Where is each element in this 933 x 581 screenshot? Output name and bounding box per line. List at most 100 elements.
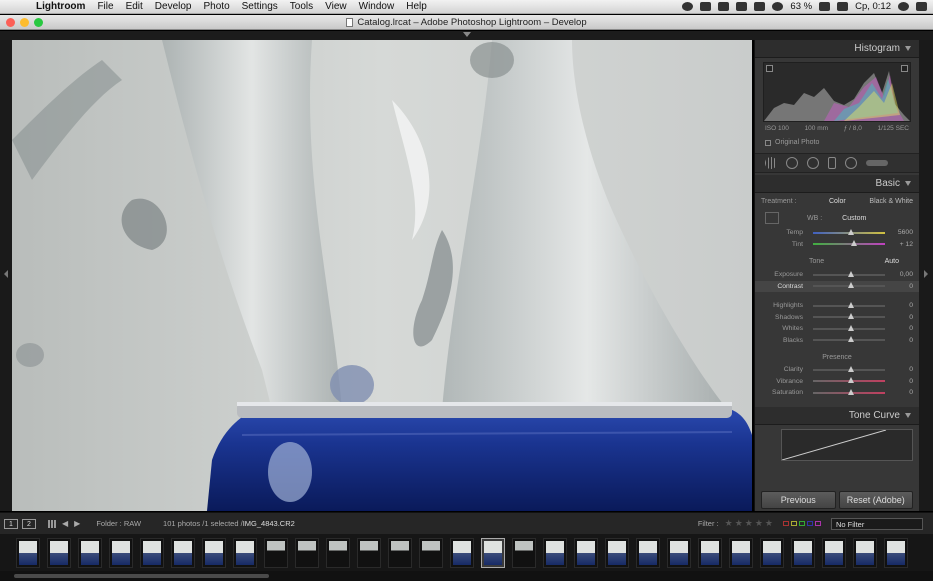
clarity-slider[interactable]: [813, 365, 885, 372]
shadows-value[interactable]: 0: [889, 314, 913, 321]
tone-curve-header[interactable]: Tone Curve: [755, 406, 919, 425]
histogram-header[interactable]: Histogram: [755, 40, 919, 58]
menu-file[interactable]: File: [91, 1, 119, 12]
radial-filter-icon[interactable]: [845, 157, 857, 169]
blacks-slider[interactable]: [813, 336, 885, 343]
filmstrip-thumbnail[interactable]: [357, 537, 381, 568]
highlights-slider-row[interactable]: Highlights 0: [755, 300, 919, 312]
filmstrip-thumbnail[interactable]: [16, 537, 40, 568]
filmstrip-thumbnail[interactable]: [78, 537, 102, 568]
shadows-knob[interactable]: [847, 313, 854, 320]
scrollbar-thumb[interactable]: [14, 574, 269, 578]
expand-left-arrow-icon[interactable]: [4, 270, 8, 278]
filmstrip-thumbnail[interactable]: [388, 537, 412, 568]
filmstrip-thumbnail[interactable]: [884, 537, 908, 568]
collapse-top-arrow-icon[interactable]: [463, 32, 471, 37]
basic-header[interactable]: Basic: [755, 175, 919, 193]
saturation-value[interactable]: 0: [889, 389, 913, 396]
saturation-slider[interactable]: [813, 388, 885, 395]
filmstrip-thumbnail[interactable]: [202, 537, 226, 568]
collapse-arrow-icon[interactable]: [905, 412, 911, 418]
filmstrip-thumbnail[interactable]: [450, 537, 474, 568]
highlights-slider[interactable]: [813, 301, 885, 308]
secondary-screen-button[interactable]: 2: [22, 518, 36, 529]
menu-view[interactable]: View: [319, 1, 353, 12]
battery-icon[interactable]: [819, 2, 831, 11]
contrast-slider[interactable]: [813, 282, 885, 289]
battery-percent[interactable]: 63 %: [790, 1, 812, 12]
filmstrip-thumbnail[interactable]: [605, 537, 629, 568]
blacks-value[interactable]: 0: [889, 337, 913, 344]
filmstrip-thumbnail[interactable]: [760, 537, 784, 568]
tint-value[interactable]: + 12: [889, 241, 913, 248]
temp-knob[interactable]: [847, 228, 854, 235]
whites-slider[interactable]: [813, 324, 885, 331]
filmstrip-thumbnail[interactable]: [264, 537, 288, 568]
forward-arrow-icon[interactable]: ▶: [74, 519, 80, 528]
filmstrip-thumbnail[interactable]: [140, 537, 164, 568]
original-photo-toggle[interactable]: Original Photo: [755, 132, 919, 146]
tone-curve-graph[interactable]: [781, 428, 913, 461]
close-window-button[interactable]: [6, 18, 15, 27]
graduated-filter-icon[interactable]: [828, 157, 836, 169]
saturation-slider-row[interactable]: Saturation 0: [755, 387, 919, 399]
filmstrip-thumbnail[interactable]: [822, 537, 846, 568]
right-panel-toggle[interactable]: [919, 40, 933, 511]
clarity-value[interactable]: 0: [889, 366, 913, 373]
collapse-arrow-icon[interactable]: [905, 46, 911, 51]
creative-cloud-icon[interactable]: [682, 2, 694, 11]
time-machine-icon[interactable]: [736, 2, 748, 11]
filmstrip-thumbnail[interactable]: [667, 537, 691, 568]
whites-value[interactable]: 0: [889, 325, 913, 332]
grid-view-icon[interactable]: [48, 519, 56, 528]
wb-preset-select[interactable]: Custom: [842, 215, 866, 222]
filmstrip-thumbnail[interactable]: [419, 537, 443, 568]
collapse-arrow-icon[interactable]: [905, 181, 911, 186]
temp-value[interactable]: 5600: [889, 229, 913, 236]
tint-slider[interactable]: [813, 240, 885, 247]
grid-overlay-icon[interactable]: [765, 157, 777, 169]
filmstrip-thumbnail[interactable]: [171, 537, 195, 568]
highlight-clipping-icon[interactable]: [901, 65, 908, 72]
menu-app[interactable]: Lightroom: [30, 1, 91, 12]
filmstrip-thumbnail[interactable]: [636, 537, 660, 568]
shadows-slider[interactable]: [813, 313, 885, 320]
menu-photo[interactable]: Photo: [198, 1, 236, 12]
crop-tool-icon[interactable]: [786, 157, 798, 169]
filmstrip-thumbnail[interactable]: [543, 537, 567, 568]
exposure-value[interactable]: 0,00: [889, 271, 913, 278]
flag-icon[interactable]: [837, 2, 849, 11]
highlights-knob[interactable]: [847, 301, 854, 308]
exposure-slider-row[interactable]: Exposure 0,00: [755, 269, 919, 281]
filmstrip-thumbnail[interactable]: [233, 537, 257, 568]
minimize-window-button[interactable]: [20, 18, 29, 27]
temp-slider[interactable]: [813, 228, 885, 235]
adjustment-brush-icon[interactable]: [866, 160, 888, 166]
auto-tone-button[interactable]: Auto: [885, 258, 899, 265]
treatment-bw-option[interactable]: Black & White: [869, 198, 913, 205]
notification-center-icon[interactable]: [916, 2, 927, 11]
exposure-knob[interactable]: [847, 270, 854, 277]
filmstrip-thumbnail[interactable]: [47, 537, 71, 568]
spotlight-icon[interactable]: [898, 2, 909, 11]
back-arrow-icon[interactable]: ◀: [62, 519, 68, 528]
previous-button[interactable]: Previous: [761, 491, 836, 509]
filmstrip-thumbnail[interactable]: [481, 537, 505, 568]
shadows-slider-row[interactable]: Shadows 0: [755, 312, 919, 324]
menu-help[interactable]: Help: [400, 1, 433, 12]
current-filename[interactable]: IMG_4843.CR2: [243, 519, 295, 528]
spot-removal-icon[interactable]: [807, 157, 819, 169]
filter-preset-select[interactable]: No Filter: [831, 517, 923, 530]
filmstrip-thumbnail[interactable]: [109, 537, 133, 568]
dropbox-icon[interactable]: [700, 2, 712, 11]
filmstrip-thumbnail[interactable]: [853, 537, 877, 568]
photo-preview[interactable]: [12, 40, 752, 511]
treatment-color-option[interactable]: Color: [829, 198, 846, 205]
whites-knob[interactable]: [847, 324, 854, 331]
clarity-slider-row[interactable]: Clarity 0: [755, 364, 919, 376]
filmstrip-scrollbar[interactable]: [0, 571, 933, 581]
vibrance-slider-row[interactable]: Vibrance 0: [755, 376, 919, 388]
vibrance-knob[interactable]: [847, 377, 854, 384]
menu-develop[interactable]: Develop: [149, 1, 198, 12]
menu-tools[interactable]: Tools: [284, 1, 319, 12]
